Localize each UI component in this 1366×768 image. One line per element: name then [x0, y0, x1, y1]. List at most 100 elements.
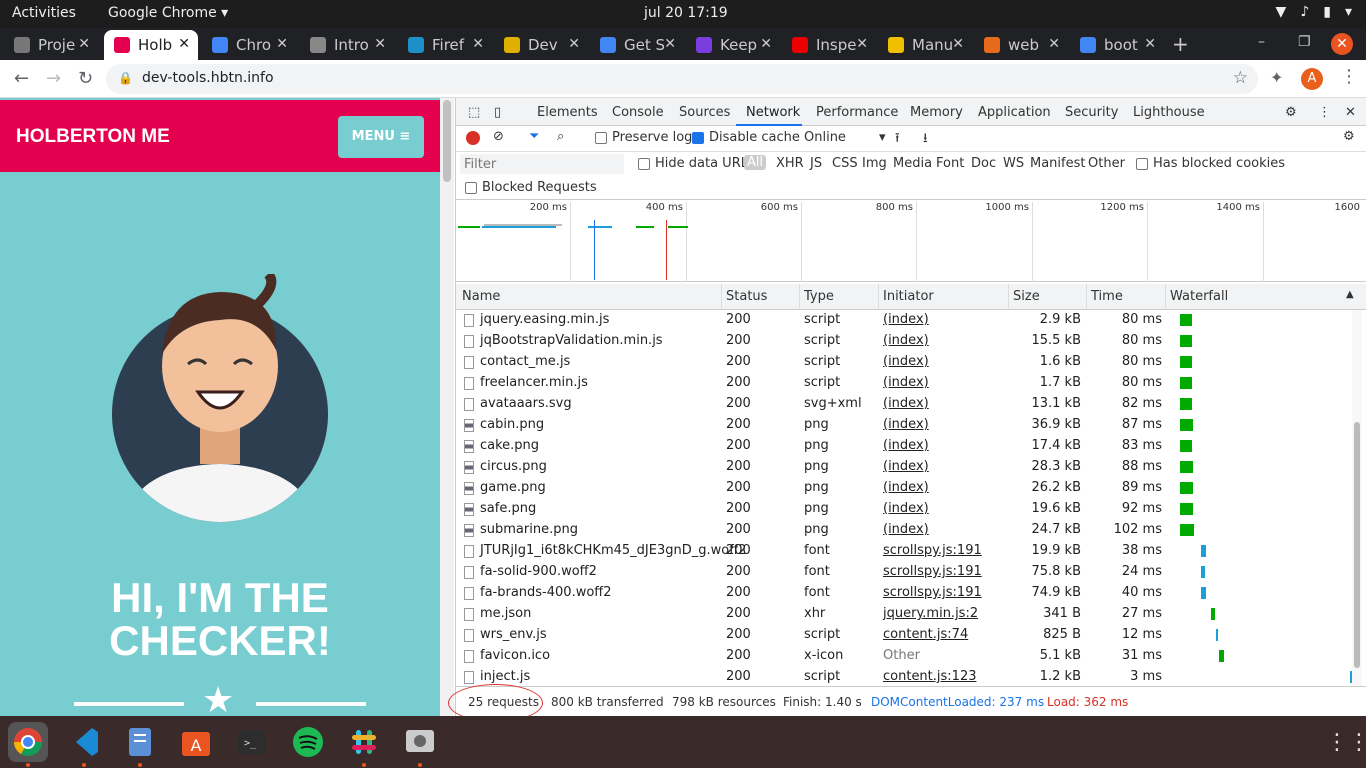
tab-close-icon[interactable]: ✕: [568, 36, 580, 52]
cell-initiator[interactable]: scrollspy.js:191: [883, 564, 982, 579]
tab-close-icon[interactable]: ✕: [472, 36, 484, 52]
col-initiator[interactable]: Initiator: [883, 289, 934, 304]
filter-type-img[interactable]: Img: [862, 156, 887, 171]
cell-initiator[interactable]: scrollspy.js:191: [883, 585, 982, 600]
profile-avatar[interactable]: A: [1301, 68, 1323, 90]
filter-type-xhr[interactable]: XHR: [776, 156, 804, 171]
cell-initiator[interactable]: content.js:123: [883, 669, 976, 684]
chrome-menu-icon[interactable]: ⋮: [1340, 66, 1358, 87]
minimize-button[interactable]: –: [1258, 34, 1265, 50]
cell-initiator[interactable]: (index): [883, 375, 929, 390]
tab-lighthouse[interactable]: Lighthouse: [1133, 105, 1205, 120]
cell-initiator[interactable]: (index): [883, 501, 929, 516]
filter-type-manifest[interactable]: Manifest: [1030, 156, 1085, 171]
clock[interactable]: jul 20 17:19: [644, 5, 728, 21]
record-icon[interactable]: [466, 131, 480, 145]
table-row[interactable]: favicon.ico 200 x-icon Other 5.1 kB 31 ms: [456, 646, 1352, 667]
more-options-icon[interactable]: ⋮: [1318, 105, 1331, 120]
tab-security[interactable]: Security: [1065, 105, 1118, 120]
browser-tab[interactable]: boot ✕: [1070, 30, 1164, 60]
tab-close-icon[interactable]: ✕: [760, 36, 772, 52]
table-row[interactable]: game.png 200 png (index) 26.2 kB 89 ms: [456, 478, 1352, 499]
browser-tab[interactable]: Dev ✕: [494, 30, 588, 60]
cell-initiator[interactable]: (index): [883, 522, 929, 537]
col-time[interactable]: Time: [1091, 289, 1123, 304]
col-name[interactable]: Name: [462, 289, 500, 304]
disable-cache-checkbox[interactable]: Disable cache: [692, 130, 800, 145]
vscode-app-icon[interactable]: [64, 722, 104, 762]
cell-initiator[interactable]: (index): [883, 417, 929, 432]
chrome-app-icon[interactable]: [8, 722, 48, 762]
tab-close-icon[interactable]: ✕: [952, 36, 964, 52]
col-type[interactable]: Type: [804, 289, 834, 304]
close-devtools-icon[interactable]: ✕: [1345, 105, 1356, 120]
browser-tab[interactable]: Inspe ✕: [782, 30, 876, 60]
cell-initiator[interactable]: scrollspy.js:191: [883, 543, 982, 558]
browser-tab[interactable]: Intro ✕: [300, 30, 394, 60]
search-icon[interactable]: ⌕: [557, 129, 564, 144]
table-row[interactable]: submarine.png 200 png (index) 24.7 kB 102 ms: [456, 520, 1352, 541]
tab-close-icon[interactable]: ✕: [1144, 36, 1156, 52]
menu-button[interactable]: MENU ≡: [338, 116, 424, 158]
network-settings-icon[interactable]: ⚙: [1343, 129, 1355, 144]
table-scrollbar-thumb[interactable]: [1354, 422, 1360, 668]
tab-performance[interactable]: Performance: [816, 105, 898, 120]
software-app-icon[interactable]: A: [176, 722, 216, 762]
hide-data-urls-checkbox[interactable]: Hide data URLs: [638, 156, 755, 171]
activities-button[interactable]: Activities: [12, 5, 76, 21]
page-scrollbar-thumb[interactable]: [443, 100, 451, 182]
tab-close-icon[interactable]: ✕: [178, 36, 190, 52]
table-row[interactable]: cake.png 200 png (index) 17.4 kB 83 ms: [456, 436, 1352, 457]
app-menu[interactable]: Google Chrome ▾: [108, 5, 228, 21]
filter-type-font[interactable]: Font: [936, 156, 964, 171]
url-text[interactable]: dev-tools.hbtn.info: [142, 70, 274, 86]
system-tray[interactable]: ▼ ♪ ▮ ▾: [1276, 4, 1352, 20]
preserve-log-checkbox[interactable]: Preserve log: [595, 130, 692, 145]
show-applications-icon[interactable]: ⋮⋮⋮: [1326, 730, 1366, 755]
filter-type-all[interactable]: All: [744, 155, 767, 170]
table-row[interactable]: contact_me.js 200 script (index) 1.6 kB 80 ms: [456, 352, 1352, 373]
page-scrollbar[interactable]: [440, 98, 454, 716]
browser-tab[interactable]: Chro ✕: [202, 30, 296, 60]
has-blocked-cookies-checkbox[interactable]: Has blocked cookies: [1136, 156, 1285, 171]
filter-input[interactable]: [460, 154, 624, 174]
tab-console[interactable]: Console: [612, 105, 664, 120]
cell-initiator[interactable]: (index): [883, 396, 929, 411]
tab-close-icon[interactable]: ✕: [1048, 36, 1060, 52]
table-row[interactable]: fa-brands-400.woff2 200 font scrollspy.js:1…: [456, 583, 1352, 604]
bookmark-star-icon[interactable]: ☆: [1233, 68, 1248, 88]
table-row[interactable]: me.json 200 xhr jquery.min.js:2 341 B 27 ms: [456, 604, 1352, 625]
filter-icon[interactable]: ⏷: [529, 129, 539, 144]
cell-initiator[interactable]: (index): [883, 459, 929, 474]
filter-type-doc[interactable]: Doc: [971, 156, 996, 171]
table-row[interactable]: jqBootstrapValidation.min.js 200 script (in…: [456, 331, 1352, 352]
col-waterfall[interactable]: Waterfall: [1170, 289, 1228, 304]
cell-initiator[interactable]: (index): [883, 480, 929, 495]
extensions-icon[interactable]: ✦: [1270, 68, 1283, 87]
table-row[interactable]: wrs_env.js 200 script content.js:74 825 B 12 …: [456, 625, 1352, 646]
col-size[interactable]: Size: [1013, 289, 1040, 304]
lock-icon[interactable]: 🔒: [118, 71, 133, 85]
maximize-button[interactable]: ❐: [1298, 34, 1311, 50]
slack-app-icon[interactable]: [344, 722, 384, 762]
browser-tab[interactable]: Proje ✕: [4, 30, 98, 60]
network-overview[interactable]: 200 ms 400 ms 600 ms 800 ms 1000 ms 1200…: [456, 200, 1366, 282]
table-row[interactable]: circus.png 200 png (index) 28.3 kB 88 ms: [456, 457, 1352, 478]
forward-icon[interactable]: →: [46, 68, 61, 89]
screenshot-app-icon[interactable]: [400, 722, 440, 762]
tab-network[interactable]: Network: [746, 105, 800, 120]
files-app-icon[interactable]: [120, 722, 160, 762]
blocked-requests-checkbox[interactable]: Blocked Requests: [465, 180, 597, 195]
table-row[interactable]: avataaars.svg 200 svg+xml (index) 13.1 kB 82 …: [456, 394, 1352, 415]
tab-memory[interactable]: Memory: [910, 105, 963, 120]
table-row[interactable]: freelancer.min.js 200 script (index) 1.7 kB 8…: [456, 373, 1352, 394]
tab-close-icon[interactable]: ✕: [664, 36, 676, 52]
clear-icon[interactable]: ⊘: [493, 129, 504, 144]
cell-initiator[interactable]: (index): [883, 333, 929, 348]
filter-type-other[interactable]: Other: [1088, 156, 1125, 171]
browser-tab[interactable]: web ✕: [974, 30, 1068, 60]
tab-elements[interactable]: Elements: [537, 105, 598, 120]
inspect-element-icon[interactable]: ⬚: [468, 105, 480, 120]
cell-initiator[interactable]: (index): [883, 354, 929, 369]
table-row[interactable]: cabin.png 200 png (index) 36.9 kB 87 ms: [456, 415, 1352, 436]
